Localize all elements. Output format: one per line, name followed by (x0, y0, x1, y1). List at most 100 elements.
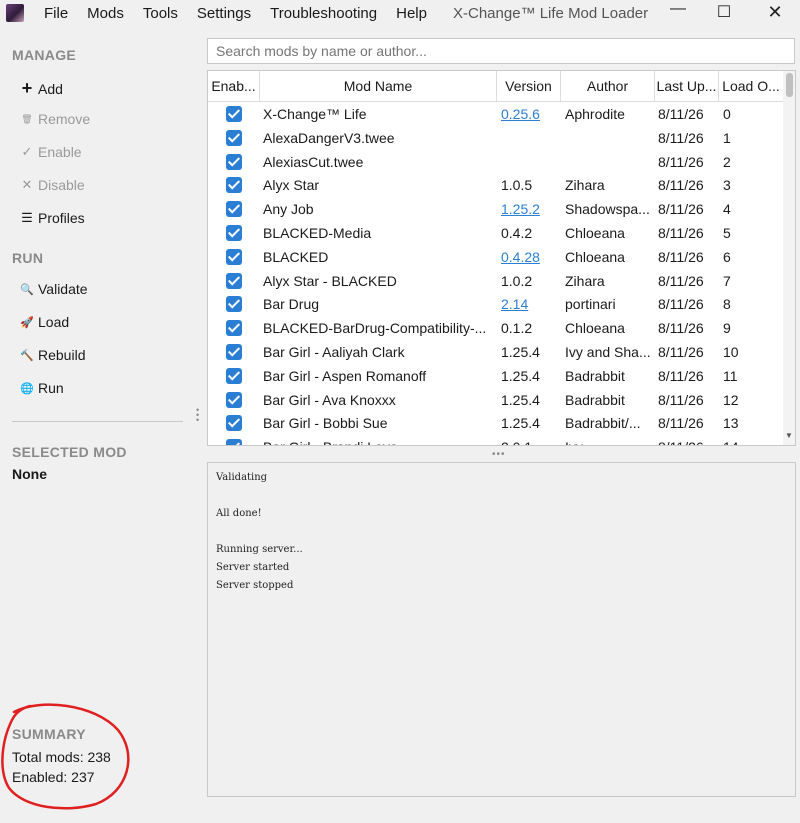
table-row[interactable]: AlexaDangerV3.twee 8/11/26 1 (208, 126, 783, 150)
app-icon (6, 4, 24, 22)
menu-file[interactable]: File (44, 5, 68, 22)
col-last-updated[interactable]: Last Up... (655, 71, 719, 101)
author-cell: Shadowspa... (565, 201, 650, 218)
panel-resize-handle[interactable]: ••• (492, 449, 506, 460)
table-scrollbar[interactable]: ▼ (783, 71, 795, 445)
enabled-mods-count: Enabled: 237 (12, 769, 95, 785)
enabled-checkbox[interactable] (226, 225, 242, 241)
rocket-icon: 🚀 (20, 316, 34, 329)
enabled-checkbox[interactable] (226, 153, 242, 170)
log-line: All done! (216, 508, 262, 519)
minimize-icon[interactable]: — (663, 0, 693, 22)
table-row[interactable]: BLACKED-Media 0.4.2 Chloeana 8/11/26 5 (208, 221, 783, 245)
version-cell[interactable]: 2.14 (501, 292, 559, 316)
enabled-checkbox[interactable] (226, 439, 242, 445)
col-mod-name[interactable]: Mod Name (260, 71, 497, 101)
menu-settings[interactable]: Settings (197, 5, 251, 22)
total-mods-count: Total mods: 238 (12, 749, 111, 765)
mod-name-cell: Bar Girl - Ava Knoxxx (263, 391, 396, 408)
rebuild-button[interactable]: 🔨 Rebuild (20, 347, 85, 363)
scroll-down-icon[interactable]: ▼ (785, 431, 793, 440)
table-row[interactable]: BLACKED 0.4.28 Chloeana 8/11/26 6 (208, 245, 783, 269)
add-button[interactable]: + Add (20, 78, 63, 99)
table-row[interactable]: Bar Drug 2.14 portinari 8/11/26 8 (208, 292, 783, 316)
col-version[interactable]: Version (497, 71, 561, 101)
plus-icon: + (21, 78, 33, 98)
remove-button[interactable]: 🗑 Remove (20, 111, 90, 127)
enabled-checkbox[interactable] (226, 320, 242, 337)
last-updated-cell: 8/11/26 (658, 248, 704, 265)
load-button[interactable]: 🚀 Load (20, 314, 69, 330)
validate-label: Validate (38, 281, 88, 297)
last-updated-cell: 8/11/26 (658, 367, 704, 384)
version-cell[interactable]: 1.25.2 (501, 197, 559, 221)
search-icon: 🔍 (20, 283, 34, 296)
menu-help[interactable]: Help (396, 5, 427, 22)
table-row[interactable]: Alyx Star 1.0.5 Zihara 8/11/26 3 (208, 173, 783, 197)
log-line: Validating (216, 472, 268, 483)
last-updated-cell: 8/11/26 (658, 296, 704, 313)
enabled-checkbox[interactable] (226, 344, 242, 360)
load-order-cell: 0 (723, 106, 731, 122)
enabled-checkbox[interactable] (226, 106, 242, 122)
enable-button[interactable]: ✓ Enable (20, 144, 82, 160)
scroll-thumb[interactable] (786, 73, 793, 97)
sidebar-resize-handle[interactable]: • • • (196, 406, 200, 425)
mod-name-cell: Alyx Star (263, 177, 320, 194)
close-icon[interactable]: ✕ (760, 2, 790, 24)
profiles-button[interactable]: ☰ Profiles (20, 210, 85, 226)
enabled-checkbox[interactable] (226, 248, 242, 265)
table-row[interactable]: Bar Girl - Bobbi Sue 1.25.4 Badrabbit/... 8… (208, 411, 783, 435)
version-cell: 1.25.4 (501, 415, 540, 432)
sidebar-divider (12, 421, 183, 422)
enabled-checkbox[interactable] (226, 177, 242, 194)
table-row[interactable]: Alyx Star - BLACKED 1.0.2 Zihara 8/11/26 7 (208, 269, 783, 293)
mod-name-cell: AlexiasCut.twee (263, 153, 364, 170)
col-load-order[interactable]: Load O... (719, 71, 783, 101)
menu-mods[interactable]: Mods (87, 5, 124, 22)
enabled-checkbox[interactable] (226, 296, 242, 313)
menu-tools[interactable]: Tools (143, 5, 178, 22)
last-updated-cell: 8/11/26 (658, 415, 704, 432)
run-button[interactable]: 🌐 Run (20, 380, 64, 396)
table-row[interactable]: BLACKED-BarDrug-Compatibility-... 0.1.2 Ch… (208, 316, 783, 340)
version-cell[interactable]: 0.25.6 (501, 102, 559, 126)
check-icon: ✓ (21, 144, 33, 159)
author-cell: Zihara (565, 272, 605, 289)
author-cell (565, 150, 653, 174)
table-row[interactable]: AlexiasCut.twee 8/11/26 2 (208, 150, 783, 174)
menu-troubleshooting[interactable]: Troubleshooting (270, 5, 377, 22)
table-row[interactable]: Bar Girl - Aaliyah Clark 1.25.4 Ivy and Sh… (208, 340, 783, 364)
mod-name-cell: BLACKED (263, 248, 329, 265)
author-cell: Chloeana (565, 248, 625, 265)
mod-name-cell: Bar Girl - Aaliyah Clark (263, 344, 405, 360)
enabled-checkbox[interactable] (226, 367, 242, 384)
table-row[interactable]: X-Change™ Life 0.25.6 Aphrodite 8/11/26 0 (208, 102, 783, 126)
enabled-checkbox[interactable] (226, 129, 242, 146)
col-enabled[interactable]: Enab... (208, 71, 260, 101)
load-order-cell: 4 (723, 201, 731, 218)
sidebar: MANAGE + Add 🗑 Remove ✓ Enable ✕ Disable… (0, 38, 200, 823)
author-cell: Aphrodite (565, 106, 625, 122)
add-label: Add (38, 80, 63, 97)
search-input[interactable] (207, 38, 795, 64)
load-order-cell: 7 (723, 272, 731, 289)
maximize-icon[interactable]: ☐ (709, 2, 739, 24)
table-row[interactable]: Any Job 1.25.2 Shadowspa... 8/11/26 4 (208, 197, 783, 221)
version-cell: 1.25.4 (501, 344, 540, 360)
log-line: Server started (216, 562, 290, 573)
version-cell[interactable]: 0.4.28 (501, 245, 559, 269)
enabled-checkbox[interactable] (226, 272, 242, 289)
version-cell: 1.0.2 (501, 272, 533, 289)
enabled-checkbox[interactable] (226, 415, 242, 432)
col-author[interactable]: Author (561, 71, 655, 101)
load-order-cell: 2 (723, 153, 731, 170)
enabled-checkbox[interactable] (226, 201, 242, 218)
disable-button[interactable]: ✕ Disable (20, 177, 85, 193)
table-row[interactable]: Bar Girl - Ava Knoxxx 1.25.4 Badrabbit 8/11… (208, 388, 783, 412)
enabled-checkbox[interactable] (226, 391, 242, 408)
table-row[interactable]: Bar Girl - Aspen Romanoff 1.25.4 Badrabbit… (208, 364, 783, 388)
table-row[interactable]: Bar Girl - Brandi Love 2.0.1 Ivy 8/11/26 14 (208, 435, 783, 445)
validate-button[interactable]: 🔍 Validate (20, 281, 88, 297)
globe-icon: 🌐 (20, 382, 34, 395)
